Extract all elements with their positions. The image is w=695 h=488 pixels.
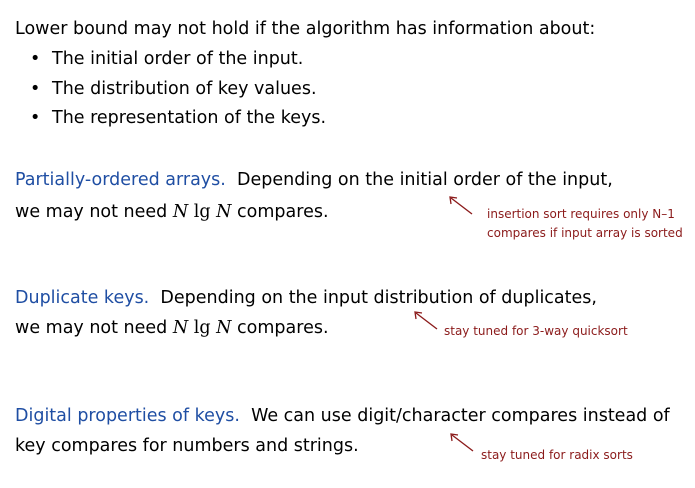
section-line: we may not need N lg N compares. (15, 317, 329, 339)
section-text: Depending on the input distribution of d… (160, 288, 597, 308)
section-text: we may not need (15, 318, 168, 338)
math-expression: N lg N (173, 202, 232, 222)
section-text: Depending on the initial order of the in… (236, 170, 613, 190)
note-line: insertion sort requires only N–1 (487, 207, 675, 221)
bullet-text: The representation of the keys. (52, 108, 327, 128)
section-text: We can use digit/character compares inst… (251, 406, 670, 426)
section-line: we may not need N lg N compares. (15, 201, 329, 223)
bullet-item: • The representation of the keys. (30, 107, 326, 129)
bullet-dot: • (30, 108, 41, 128)
section-text: we may not need (15, 202, 168, 222)
note-line: stay tuned for 3-way quicksort (444, 324, 628, 338)
bullet-text: The initial order of the input. (52, 49, 304, 69)
annotation-arrow (414, 311, 438, 330)
annotation-note: stay tuned for radix sorts (481, 446, 633, 465)
intro-heading: Lower bound may not hold if the algorith… (15, 19, 596, 39)
math-expression: N lg N (173, 318, 232, 338)
section-title: Duplicate keys. (15, 288, 150, 308)
section-line: Partially-ordered arrays. Depending on t… (15, 169, 613, 191)
section-line: Duplicate keys. Depending on the input d… (15, 287, 597, 309)
annotation-arrow (450, 433, 474, 452)
math-lg: lg (193, 202, 211, 222)
annotation-note: insertion sort requires only N–1 compare… (487, 205, 683, 243)
section-line: Digital properties of keys. We can use d… (15, 405, 670, 427)
bullet-item: • The distribution of key values. (30, 78, 317, 100)
note-line: stay tuned for radix sorts (481, 448, 633, 462)
section-text: compares. (237, 318, 329, 338)
section-text: key compares for numbers and strings. (15, 436, 359, 456)
bullet-item: • The initial order of the input. (30, 48, 303, 70)
section-title: Partially-ordered arrays. (15, 170, 226, 190)
annotation-arrow (449, 196, 473, 215)
math-n: N (216, 202, 232, 222)
section-text: compares. (237, 202, 329, 222)
annotation-note: stay tuned for 3-way quicksort (444, 322, 628, 341)
math-n: N (216, 318, 232, 338)
math-n: N (172, 318, 189, 338)
math-n: N (172, 202, 189, 222)
math-lg: lg (193, 318, 211, 338)
bullet-text: The distribution of key values. (52, 79, 317, 99)
bullet-dot: • (30, 79, 41, 99)
section-title: Digital properties of keys. (15, 406, 240, 426)
bullet-dot: • (30, 49, 41, 69)
section-line: key compares for numbers and strings. (15, 435, 359, 457)
note-line: compares if input array is sorted (487, 226, 683, 240)
